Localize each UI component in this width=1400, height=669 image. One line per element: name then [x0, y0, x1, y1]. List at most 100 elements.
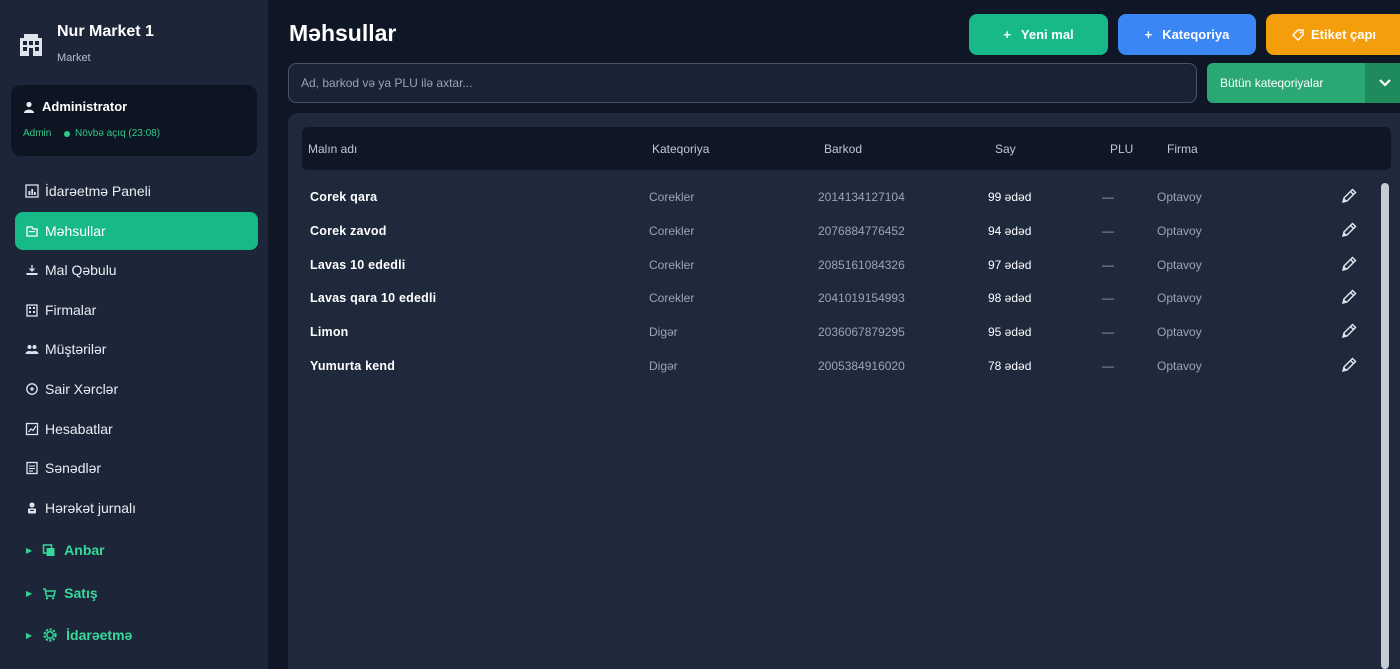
product-category: Digər	[649, 325, 678, 339]
product-category: Corekler	[649, 190, 695, 204]
column-header-plu: PLU	[1110, 142, 1134, 156]
product-qty: 95 ədəd	[988, 325, 1032, 339]
documents-icon	[26, 462, 38, 475]
new-product-label: Yeni mal	[1020, 27, 1074, 42]
receiving-icon	[26, 265, 38, 276]
sidebar-item-label: İdarəetmə Paneli	[45, 183, 151, 199]
user-role: Admin	[23, 128, 52, 139]
sidebar-item-label: Məhsullar	[45, 222, 106, 239]
sidebar-item-documents[interactable]: Sənədlər	[15, 449, 258, 487]
product-barcode: 2036067879295	[818, 325, 905, 339]
product-name: Corek zavod	[310, 224, 387, 238]
sidebar-item-products[interactable]: Məhsullar	[15, 211, 258, 250]
expand-arrow-icon: ▶	[26, 545, 33, 555]
sidebar-item-receiving[interactable]: Mal Qəbulu	[15, 251, 258, 289]
product-plu: —	[1102, 224, 1114, 238]
reports-icon	[25, 422, 39, 435]
table-row[interactable]: Corek zavod Corekler 2076884776452 94 ədəd —…	[302, 216, 1372, 246]
category-filter-toggle[interactable]	[1365, 63, 1400, 103]
product-name: Lavas qara 10 ededli	[310, 291, 437, 305]
edit-pencil-icon[interactable]	[1340, 288, 1358, 306]
sidebar-group-label: Satış	[64, 585, 98, 601]
edit-pencil-icon[interactable]	[1340, 221, 1358, 239]
sidebar-item-label: Mal Qəbulu	[45, 262, 117, 279]
expenses-icon	[26, 383, 38, 395]
product-barcode: 2085161084326	[818, 258, 905, 272]
brand-subtitle: Market	[57, 52, 91, 64]
sidebar-item-label: Hesabatlar	[45, 420, 113, 437]
product-barcode: 2005384916020	[818, 359, 905, 373]
sidebar-item-label: Müştərilər	[45, 341, 107, 358]
table-row[interactable]: Corek qara Corekler 2014134127104 99 ədəd — O…	[302, 182, 1372, 212]
product-name: Lavas 10 ededli	[310, 258, 406, 272]
plus-icon: +	[1003, 27, 1011, 42]
sidebar-item-customers[interactable]: Müştərilər	[15, 330, 258, 368]
product-category: Corekler	[649, 224, 695, 238]
sidebar-group-management[interactable]: ▶ İdarəetmə	[26, 623, 132, 647]
chart-icon	[25, 184, 39, 198]
add-category-button[interactable]: + Kateqoriya	[1118, 14, 1256, 55]
table-row[interactable]: Limon Digər 2036067879295 95 ədəd — Optavoy	[302, 317, 1372, 347]
sidebar-item-label: Sair Xərclər	[45, 380, 119, 397]
journal-icon	[28, 502, 36, 514]
sidebar-nav: İdarəetmə Paneli Məhsullar Mal Qəbulu Fi…	[15, 172, 258, 528]
table-scrollbar[interactable]	[1381, 183, 1389, 669]
label-print-label: Etiket çapı	[1311, 27, 1377, 42]
gear-icon	[43, 628, 57, 642]
sidebar-item-reports[interactable]: Hesabatlar	[15, 410, 258, 448]
product-plu: —	[1102, 291, 1114, 305]
table-row[interactable]: Lavas qara 10 ededli Corekler 204101915499…	[302, 283, 1372, 313]
tag-icon	[1292, 28, 1304, 41]
product-qty: 97 ədəd	[988, 258, 1032, 272]
edit-pencil-icon[interactable]	[1340, 255, 1358, 273]
add-category-label: Kateqoriya	[1162, 27, 1230, 42]
sidebar: Nur Market 1 Market Administrator Admin …	[0, 0, 268, 669]
table-row[interactable]: Yumurta kend Digər 2005384916020 78 ədəd — Op…	[302, 351, 1372, 381]
expand-arrow-icon: ▶	[26, 630, 33, 640]
sidebar-group-label: Anbar	[64, 542, 105, 558]
product-barcode: 2076884776452	[818, 224, 905, 238]
product-qty: 94 ədəd	[988, 224, 1032, 238]
product-firm: Optavoy	[1157, 190, 1202, 204]
chevron-down-icon	[1379, 79, 1391, 87]
label-print-button[interactable]: Etiket çapı	[1266, 14, 1400, 55]
sidebar-item-firms[interactable]: Firmalar	[15, 291, 258, 329]
edit-pencil-icon[interactable]	[1340, 356, 1358, 374]
product-category: Corekler	[649, 258, 695, 272]
edit-pencil-icon[interactable]	[1340, 322, 1358, 340]
column-header-name: Malın adı	[308, 142, 358, 156]
product-barcode: 2014134127104	[818, 190, 905, 204]
customers-icon	[25, 345, 39, 355]
product-qty: 99 ədəd	[988, 190, 1032, 204]
edit-pencil-icon[interactable]	[1340, 187, 1358, 205]
user-card: Administrator Admin Növbə açıq (23:08)	[11, 85, 257, 156]
category-filter-value: Bütün kateqoriyalar	[1220, 76, 1324, 90]
warehouse-icon	[42, 544, 55, 556]
shift-status-dot	[64, 131, 70, 137]
plus-icon: +	[1144, 27, 1153, 42]
product-plu: —	[1102, 359, 1114, 373]
sidebar-group-sales[interactable]: ▶ Satış	[26, 581, 98, 605]
sidebar-item-label: Firmalar	[45, 301, 97, 318]
building-icon	[26, 304, 38, 317]
sidebar-item-journal[interactable]: Hərəkət jurnalı	[15, 489, 258, 527]
sidebar-group-warehouse[interactable]: ▶ Anbar	[26, 538, 105, 562]
category-filter-select[interactable]: Bütün kateqoriyalar	[1207, 63, 1400, 103]
sidebar-item-dashboard[interactable]: İdarəetmə Paneli	[15, 172, 258, 210]
product-firm: Optavoy	[1157, 258, 1202, 272]
expand-arrow-icon: ▶	[26, 588, 33, 598]
column-header-barcode: Barkod	[824, 142, 863, 156]
new-product-button[interactable]: + Yeni mal	[969, 14, 1108, 55]
products-icon	[26, 225, 38, 237]
product-firm: Optavoy	[1157, 325, 1202, 339]
search-input[interactable]	[288, 63, 1197, 103]
product-plu: —	[1102, 258, 1114, 272]
product-name: Corek qara	[310, 190, 378, 204]
table-row[interactable]: Lavas 10 ededli Corekler 2085161084326 97 ə…	[302, 250, 1372, 280]
user-name: Administrator	[42, 99, 128, 114]
product-category: Corekler	[649, 291, 695, 305]
sidebar-item-expenses[interactable]: Sair Xərclər	[15, 370, 258, 408]
column-header-category: Kateqoriya	[652, 142, 710, 156]
shift-status: Növbə açıq (23:08)	[75, 128, 161, 139]
product-name: Limon	[310, 325, 349, 339]
